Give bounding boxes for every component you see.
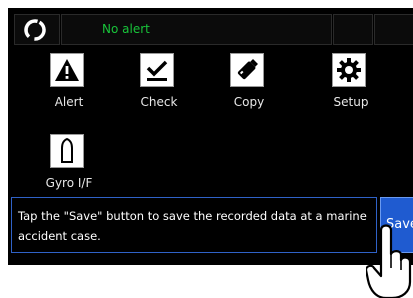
checkmark-icon: [140, 53, 174, 87]
gear-icon: [332, 53, 366, 87]
menu-item-label: Copy: [233, 95, 265, 109]
alert-status-bar: No alert: [61, 14, 332, 45]
gyro-bow-icon: [50, 134, 84, 168]
menu-item-copy[interactable]: Copy: [209, 53, 289, 115]
busy-indicator-cell: [14, 14, 60, 45]
alert-status-text: No alert: [102, 22, 150, 36]
menu-item-label: Gyro I/F: [45, 176, 93, 190]
status-cell-empty: [374, 14, 413, 45]
status-cell-empty: [333, 14, 373, 45]
info-message-box: Tap the "Save" button to save the record…: [11, 197, 377, 253]
menu-item-gyro-if[interactable]: Gyro I/F: [29, 134, 109, 196]
menu-item-check[interactable]: Check: [119, 53, 199, 115]
info-message-text: Tap the "Save" button to save the record…: [18, 209, 367, 243]
loading-ring-icon: [24, 19, 46, 41]
menu-item-setup[interactable]: Setup: [311, 53, 391, 115]
device-screen: No alert Alert Check Copy Setup Gyro I/F…: [8, 8, 413, 265]
menu-item-label: Alert: [54, 95, 84, 109]
menu-item-label: Setup: [333, 95, 369, 109]
menu-item-label: Check: [140, 95, 178, 109]
menu-item-alert[interactable]: Alert: [29, 53, 109, 115]
warning-triangle-icon: [50, 53, 84, 87]
usb-drive-icon: [230, 53, 264, 87]
tapping-hand-icon: [366, 224, 412, 298]
